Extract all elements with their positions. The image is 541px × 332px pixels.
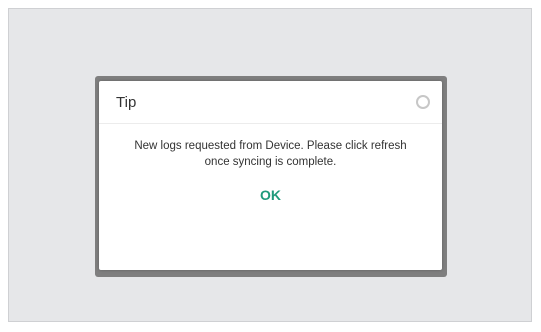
close-button[interactable] [416,95,430,109]
ok-button[interactable]: OK [241,187,301,203]
tip-dialog: Tip New logs requested from Device. Plea… [99,81,442,270]
dialog-title: Tip [116,94,137,111]
modal-overlay: Tip New logs requested from Device. Plea… [95,76,447,277]
close-circle-icon [416,95,430,109]
dialog-message: New logs requested from Device. Please c… [134,140,407,168]
app-background: Tip New logs requested from Device. Plea… [8,8,532,322]
dialog-header: Tip [99,81,442,124]
